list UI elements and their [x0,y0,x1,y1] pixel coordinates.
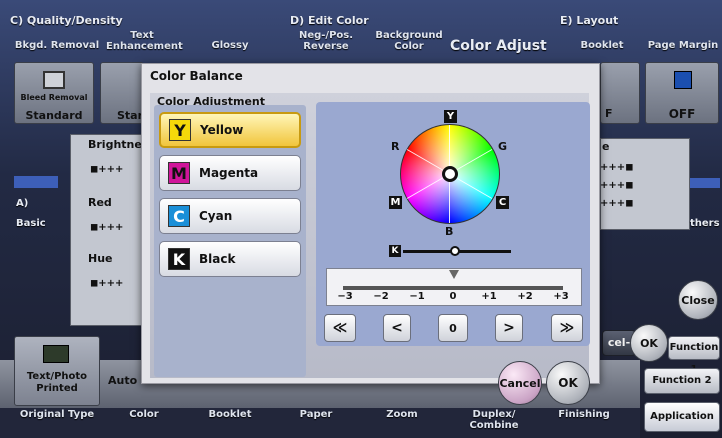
wheel-label-r: R [391,140,400,153]
page-margin-value: OFF [668,107,696,121]
original-type-tile[interactable]: Text/Photo Printed [14,336,100,406]
black-chip-icon: K [168,248,190,270]
basic-a-label: A) [16,198,29,209]
text-enhancement-label: Text Enhancement [106,30,183,52]
page-margin-icon [674,71,692,89]
booklet-partial-value: F [605,107,613,120]
color-button-label: Yellow [200,123,244,137]
wheel-label-c: C [496,196,509,209]
close-button[interactable]: Close [678,280,718,320]
section-edit-color: D) Edit Color [290,14,369,27]
star-partial-text: Star [117,109,144,122]
basic-tab[interactable]: Basic [16,218,46,229]
tab-original-type[interactable]: Original Type [14,409,100,420]
function1-button[interactable]: Function 1 [668,336,720,375]
brightness-label: Brightnes [88,138,149,151]
fast-left-button[interactable]: ≪ [324,314,356,342]
bleed-removal-tile[interactable]: Bleed Removal Standard [14,62,94,124]
k-slider-knob[interactable] [450,246,460,256]
scale-tick-label: +2 [517,291,533,302]
basic-tab-bar [14,176,58,188]
color-button-yellow[interactable]: Y Yellow [159,112,301,148]
background-color-label: Background Color [375,30,443,52]
right-slider-1[interactable]: +++◼︎ [600,162,633,173]
tab-finishing[interactable]: Finishing [546,409,622,420]
k-label: K [389,245,401,257]
red-slider[interactable]: ◼︎+++ [90,222,123,233]
wheel-label-g: G [498,140,508,153]
value-display: 0 [438,314,468,342]
color-adjust-label: Color Adjust [450,38,547,54]
hue-slider[interactable]: ◼︎+++ [90,278,123,289]
glossy-label: Glossy [211,40,249,51]
wheel-label-m: M [389,196,402,209]
tab-color[interactable]: Color [106,409,182,420]
bkgd-removal-label: Bkgd. Removal [14,40,100,51]
booklet-tile[interactable]: F [600,62,640,124]
yellow-chip-icon: Y [169,119,191,141]
red-label: Red [88,196,112,209]
bleed-removal-icon [43,71,65,89]
tab-booklet[interactable]: Booklet [192,409,268,420]
scale-tick-label: −2 [373,291,389,302]
wheel-label-b: B [445,225,454,238]
scale-tick-label: +3 [553,291,569,302]
application-button[interactable]: Application [644,402,720,432]
text-photo-printed-value: Text/Photo Printed [26,371,88,394]
bleed-removal-text: Bleed Removal [20,93,88,102]
left-button[interactable]: < [383,314,411,342]
neg-pos-reverse-label: Neg-/Pos. Reverse [298,30,354,52]
right-slider-2[interactable]: +++◼︎ [600,180,633,191]
booklet-label: Booklet [580,40,624,51]
brightness-slider[interactable]: ◼︎+++ [90,164,123,175]
right-panel-label: e [602,140,610,153]
magenta-chip-icon: M [168,162,190,184]
cyan-chip-icon: C [168,205,190,227]
page-margin-tile[interactable]: OFF [645,62,719,124]
function2-button[interactable]: Function 2 [644,368,720,394]
right-slider-3[interactable]: +++◼︎ [600,198,633,209]
hue-label: Hue [88,252,113,265]
fast-right-button[interactable]: ≫ [551,314,583,342]
scale-tick-label: 0 [449,291,457,302]
scale-tick-label: −3 [337,291,353,302]
ok-button[interactable]: OK [546,361,590,405]
ok-behind-button[interactable]: OK [630,324,668,362]
scale-track[interactable] [343,286,563,290]
scale-ticks: −3 −2 −1 0 +1 +2 +3 [336,291,570,305]
wheel-label-y: Y [444,110,457,123]
scale-tick-label: −1 [409,291,425,302]
scale-tick-label: +1 [481,291,497,302]
others-tab-bar [690,178,720,188]
page-margin-label: Page Margin [647,40,719,51]
tab-paper[interactable]: Paper [278,409,354,420]
right-button[interactable]: > [495,314,523,342]
tab-zoom[interactable]: Zoom [364,409,440,420]
color-button-label: Magenta [199,166,259,180]
color-button-label: Black [199,252,236,266]
dialog-title: Color Balance [150,69,243,83]
cancel-button[interactable]: Cancel [498,361,542,405]
text-enhancement-tile[interactable]: Star [100,62,144,124]
color-wheel[interactable] [400,124,500,224]
color-list: Y Yellow M Magenta C Cyan K Black [159,112,303,284]
others-tab[interactable]: thers [690,218,720,229]
color-button-black[interactable]: K Black [159,241,301,277]
tab-duplex-combine[interactable]: Duplex/ Combine [456,409,532,431]
color-button-label: Cyan [199,209,233,223]
standard-value: Standard [25,109,83,122]
scale-pointer [449,270,459,279]
text-photo-icon [43,345,69,363]
section-quality-density: C) Quality/Density [10,14,123,27]
wheel-center-marker[interactable] [442,166,458,182]
color-button-magenta[interactable]: M Magenta [159,155,301,191]
color-button-cyan[interactable]: C Cyan [159,198,301,234]
section-layout: E) Layout [560,14,619,27]
